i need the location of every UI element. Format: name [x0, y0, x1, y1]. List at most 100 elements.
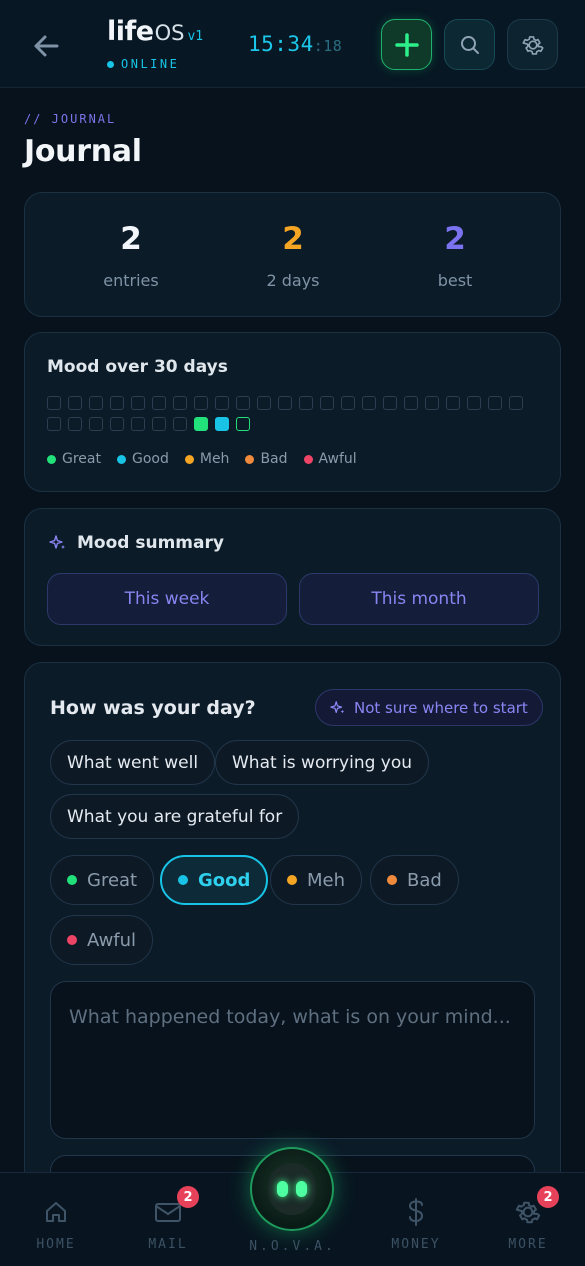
not-sure-label: Not sure where to start	[354, 698, 528, 717]
not-sure-button[interactable]: Not sure where to start	[315, 689, 543, 726]
mood-day-cell	[467, 396, 481, 410]
settings-button[interactable]	[507, 19, 558, 70]
legend-dot-icon	[184, 454, 194, 464]
nav-label: MONEY	[391, 1237, 441, 1252]
prompt-chip-worrying[interactable]: What is worrying you	[215, 740, 430, 785]
mood-chip-good[interactable]: Good	[160, 855, 269, 905]
legend-dot-icon	[116, 454, 126, 464]
back-arrow-icon[interactable]	[28, 28, 64, 64]
mood-legend: Great Good Meh Bad Awful	[47, 451, 357, 467]
stat-label: best	[437, 271, 473, 290]
mood-day-cell	[278, 396, 292, 410]
mood-day-cell	[509, 396, 523, 410]
mood-chip-bad[interactable]: Bad	[370, 855, 459, 905]
mood-day-cell	[299, 396, 313, 410]
mood-chart-title: Mood over 30 days	[47, 357, 228, 377]
mood-summary-card: Mood summary This week This month	[24, 508, 561, 646]
legend-item: Great	[47, 451, 101, 467]
this-month-button[interactable]: This month	[299, 573, 539, 625]
legend-dot-icon	[47, 454, 56, 464]
mood-day-cell	[173, 417, 187, 431]
mood-day-cell	[320, 396, 334, 410]
mail-badge: 2	[177, 1186, 199, 1208]
mail-icon: 2	[128, 1186, 208, 1229]
stat-value: 2	[444, 221, 466, 257]
mood-chip-label: Good	[198, 869, 251, 891]
bottom-nav: HOME 2 MAIL N.O.V.A. MONEY 2 MORE	[0, 1147, 585, 1266]
mood-day-cell	[362, 396, 376, 410]
page-title: Journal	[24, 134, 142, 169]
stat-label: entries	[103, 271, 159, 290]
legend-item: Good	[116, 451, 169, 467]
mood-day-cell	[152, 396, 166, 410]
clock: 15:34:18	[248, 32, 342, 56]
mood-day-cell	[215, 417, 229, 431]
prompt-chip-grateful[interactable]: What you are grateful for	[50, 794, 300, 839]
mood-day-cell	[131, 417, 145, 431]
prompt-chip-went-well[interactable]: What went well	[50, 740, 216, 785]
legend-label: Good	[131, 451, 169, 467]
stat-best: 2 best	[375, 221, 535, 290]
mood-day-cell	[257, 396, 271, 410]
mood-day-cell	[215, 396, 229, 410]
mood-chip-label: Great	[87, 869, 138, 891]
mood-chart-card: Mood over 30 days Great Good Meh Bad Awful	[24, 332, 561, 492]
nova-robot-icon	[268, 1163, 316, 1215]
mood-chip-meh[interactable]: Meh	[270, 855, 363, 905]
this-week-button[interactable]: This week	[47, 573, 287, 625]
mood-day-cell	[47, 417, 61, 431]
mood-day-cell	[425, 396, 439, 410]
sparkle-icon	[49, 535, 65, 549]
stat-label: 2 days	[266, 271, 320, 290]
mood-day-cell	[194, 417, 208, 431]
mood-day-cell	[446, 396, 460, 410]
home-icon	[16, 1195, 96, 1229]
entry-question: How was your day?	[50, 697, 256, 719]
mood-grid	[47, 396, 527, 431]
brand-life: life	[107, 16, 154, 47]
nova-eye	[296, 1181, 307, 1197]
dollar-icon	[376, 1195, 456, 1229]
mood-dot-icon	[67, 935, 77, 945]
legend-label: Awful	[318, 451, 357, 467]
mood-day-cell	[68, 417, 82, 431]
mood-day-cell	[152, 417, 166, 431]
status-dot-icon	[107, 60, 114, 68]
mood-day-cell	[383, 396, 397, 410]
mood-day-cell	[89, 417, 103, 431]
add-button[interactable]	[381, 19, 432, 70]
legend-label: Meh	[199, 451, 230, 467]
search-icon	[460, 35, 479, 54]
mood-chip-label: Meh	[307, 869, 346, 891]
mood-day-cell	[68, 396, 82, 410]
nova-button[interactable]	[250, 1147, 334, 1231]
nav-more[interactable]: 2 MORE	[488, 1186, 568, 1252]
mood-day-cell	[110, 396, 124, 410]
sparkle-icon	[330, 700, 345, 713]
clock-seconds: :18	[313, 37, 343, 55]
more-badge: 2	[537, 1186, 559, 1208]
stat-entries: 2 entries	[51, 221, 211, 290]
top-bar: lifeOS v1 ONLINE 15:34:18	[0, 0, 585, 88]
search-button[interactable]	[444, 19, 495, 70]
stats-card: 2 entries 2 2 days 2 best	[24, 192, 561, 317]
stat-value: 2	[120, 221, 142, 257]
brand-version: v1	[187, 29, 204, 44]
nav-money[interactable]: MONEY	[376, 1195, 456, 1252]
mood-chip-label: Awful	[87, 929, 137, 951]
legend-item: Bad	[245, 451, 288, 467]
stat-value: 2	[282, 221, 304, 257]
mood-day-cell	[341, 396, 355, 410]
journal-textarea[interactable]: What happened today, what is on your min…	[50, 981, 535, 1139]
legend-item: Meh	[184, 451, 230, 467]
mood-day-cell	[236, 417, 250, 431]
legend-dot-icon	[303, 454, 313, 464]
mood-dot-icon	[67, 875, 77, 885]
mood-day-cell	[131, 396, 145, 410]
mood-chip-great[interactable]: Great	[50, 855, 155, 905]
mood-chip-awful[interactable]: Awful	[50, 915, 154, 965]
gear-icon: 2	[488, 1186, 568, 1229]
nav-label: MORE	[508, 1237, 548, 1252]
brand-os: OS	[154, 21, 185, 45]
mood-day-cell	[173, 396, 187, 410]
